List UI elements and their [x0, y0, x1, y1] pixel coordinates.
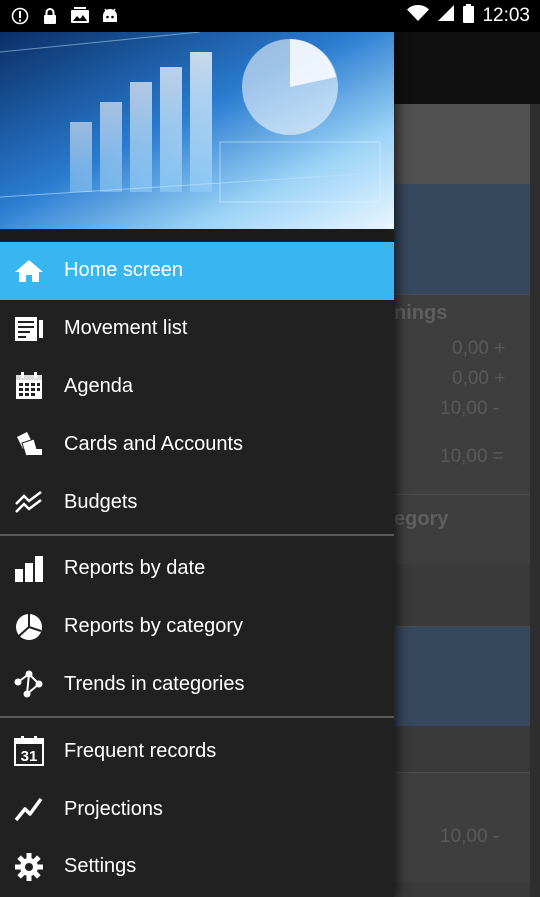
movement-list-icon	[0, 312, 58, 346]
menu-item-reports-by-date[interactable]: Reports by date	[0, 540, 394, 598]
android-icon	[100, 6, 120, 26]
background-value: 10,00 -	[440, 826, 500, 847]
menu-label: Movement list	[64, 317, 188, 340]
pie-chart-icon	[0, 610, 58, 644]
menu-item-budgets[interactable]: Budgets	[0, 473, 394, 531]
background-value: 0,00 +	[452, 368, 506, 389]
financial-charts-banner	[0, 32, 394, 229]
menu-item-settings[interactable]: Settings	[0, 838, 394, 896]
navigation-drawer: Home screen Movement list Agenda Cards a…	[0, 32, 394, 897]
menu-label: Reports by date	[64, 557, 206, 580]
calendar-31-icon: 31	[0, 734, 58, 768]
menu-divider	[0, 533, 394, 536]
menu-label: Budgets	[64, 490, 138, 513]
info-circle-icon	[10, 6, 30, 26]
background-card	[380, 626, 530, 726]
menu-label: Projections	[64, 797, 163, 820]
projection-icon	[0, 792, 58, 826]
menu-item-movement-list[interactable]: Movement list	[0, 300, 394, 358]
drawer-menu: Home screen Movement list Agenda Cards a…	[0, 242, 394, 896]
budget-trend-icon	[0, 485, 58, 519]
screen: 12:03 nings 0,00 + 0,00 + 10,00 - 10,00 …	[0, 0, 540, 897]
calendar-icon	[0, 369, 58, 403]
menu-label: Home screen	[64, 259, 183, 282]
menu-label: Reports by category	[64, 615, 243, 638]
menu-label: Settings	[64, 855, 137, 878]
menu-label: Cards and Accounts	[64, 432, 243, 455]
lock-icon	[40, 6, 60, 26]
menu-label: Agenda	[64, 374, 133, 397]
svg-text:31: 31	[21, 748, 38, 765]
home-icon	[0, 254, 58, 288]
battery-icon	[463, 3, 475, 29]
menu-item-projections[interactable]: Projections	[0, 780, 394, 838]
background-value: 10,00 =	[440, 446, 504, 467]
background-section-category: egory	[394, 508, 449, 530]
system-status: 12:03	[407, 3, 530, 29]
gear-icon	[0, 850, 58, 884]
menu-item-agenda[interactable]: Agenda	[0, 358, 394, 416]
cards-icon	[0, 427, 58, 461]
background-value: 10,00 -	[440, 398, 500, 419]
clock: 12:03	[482, 5, 530, 26]
menu-item-cards-and-accounts[interactable]: Cards and Accounts	[0, 415, 394, 473]
notification-icons	[10, 6, 120, 26]
background-scrollbar	[530, 104, 540, 897]
menu-label: Trends in categories	[64, 672, 245, 695]
menu-divider	[0, 716, 394, 719]
bar-chart-icon	[0, 552, 58, 586]
menu-item-reports-by-category[interactable]: Reports by category	[0, 598, 394, 656]
menu-label: Frequent records	[64, 739, 217, 762]
background-section-earnings: nings	[394, 302, 448, 324]
gallery-icon	[70, 6, 90, 26]
wifi-icon	[407, 4, 430, 28]
status-bar: 12:03	[0, 0, 540, 32]
menu-item-frequent-records[interactable]: 31 Frequent records	[0, 722, 394, 780]
drawer-header-image	[0, 32, 394, 229]
cell-signal-icon	[437, 4, 455, 28]
menu-item-home-screen[interactable]: Home screen	[0, 242, 394, 300]
drawer-header-gap	[0, 229, 394, 241]
menu-item-trends-in-categories[interactable]: Trends in categories	[0, 656, 394, 714]
background-value: 0,00 +	[452, 338, 506, 359]
nodes-trend-icon	[0, 667, 58, 701]
